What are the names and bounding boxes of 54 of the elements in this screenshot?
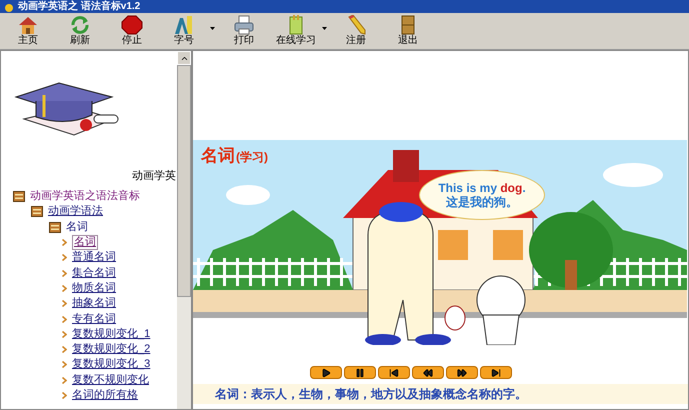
tree-link[interactable]: 物质名词: [72, 282, 116, 295]
stop-sign-icon: [121, 15, 143, 35]
toolbar-button[interactable]: 主页: [4, 13, 52, 49]
app-icon: [4, 3, 14, 13]
refresh-icon: [69, 15, 91, 35]
font-ruler-icon: [173, 15, 195, 35]
toolbar-button[interactable]: 打印: [220, 13, 268, 49]
toolbar-button[interactable]: 刷新: [56, 13, 104, 49]
dropdown-arrow-icon[interactable]: [322, 27, 327, 30]
tree-link[interactable]: 名词的所有格: [72, 389, 138, 402]
tree-link[interactable]: 名词: [72, 235, 98, 250]
tree-link[interactable]: 复数规则变化_2: [72, 343, 150, 356]
scrollbar[interactable]: [177, 51, 191, 409]
tree-link[interactable]: 复数规则变化_3: [72, 358, 150, 372]
player-button[interactable]: [446, 366, 478, 379]
skip-forward-icon: [490, 368, 500, 378]
player-button[interactable]: [480, 366, 512, 379]
house-icon: [17, 15, 39, 35]
tree-link[interactable]: 普通名词: [72, 251, 116, 264]
book-icon: [13, 191, 25, 202]
player-button[interactable]: [344, 366, 376, 379]
lesson-subtitle: (学习): [236, 150, 268, 164]
play-icon: [320, 368, 330, 378]
tree-link[interactable]: 复数规则变化_1: [72, 328, 150, 341]
player-button[interactable]: [378, 366, 410, 379]
chevron-icon: [62, 300, 67, 308]
sidebar-caption: 动画学英: [132, 170, 176, 182]
tree-folder[interactable]: 动画学语法: [48, 205, 103, 218]
chevron-icon: [62, 392, 67, 399]
tree-link[interactable]: 专有名词: [72, 312, 116, 326]
tree-link[interactable]: 集合名词: [72, 266, 116, 280]
player-button[interactable]: [310, 366, 342, 379]
rewind-icon: [422, 368, 432, 378]
toolbar-button[interactable]: 在线学习: [272, 13, 328, 49]
book-icon: [49, 222, 61, 233]
tree-link[interactable]: 抽象名词: [72, 297, 116, 310]
toolbar-button[interactable]: 字号: [160, 13, 216, 49]
pause-icon: [354, 368, 364, 378]
tree-link[interactable]: 复数不规则变化: [72, 374, 149, 387]
toolbar-button[interactable]: 退出: [384, 13, 432, 49]
player-button[interactable]: [412, 366, 444, 379]
fast-forward-icon: [456, 368, 466, 378]
toolbar-button[interactable]: 停止: [108, 13, 156, 49]
printer-icon: [233, 15, 255, 35]
definition-text: 名词：表示人，生物，事物，地方以及抽象概念名称的字。: [215, 387, 527, 401]
window-title: 动画学英语之 语法音标v1.2: [18, 1, 140, 13]
book-icon: [31, 206, 43, 218]
tree-folder[interactable]: 动画学英语之语法音标: [30, 190, 140, 204]
toolbar-button[interactable]: 注册: [332, 13, 380, 49]
chevron-icon: [62, 376, 67, 384]
lesson-title: 名词: [201, 146, 235, 166]
dropdown-arrow-icon[interactable]: [210, 27, 215, 30]
skip-back-icon: [388, 368, 398, 378]
tree-folder[interactable]: 名词: [66, 220, 88, 234]
